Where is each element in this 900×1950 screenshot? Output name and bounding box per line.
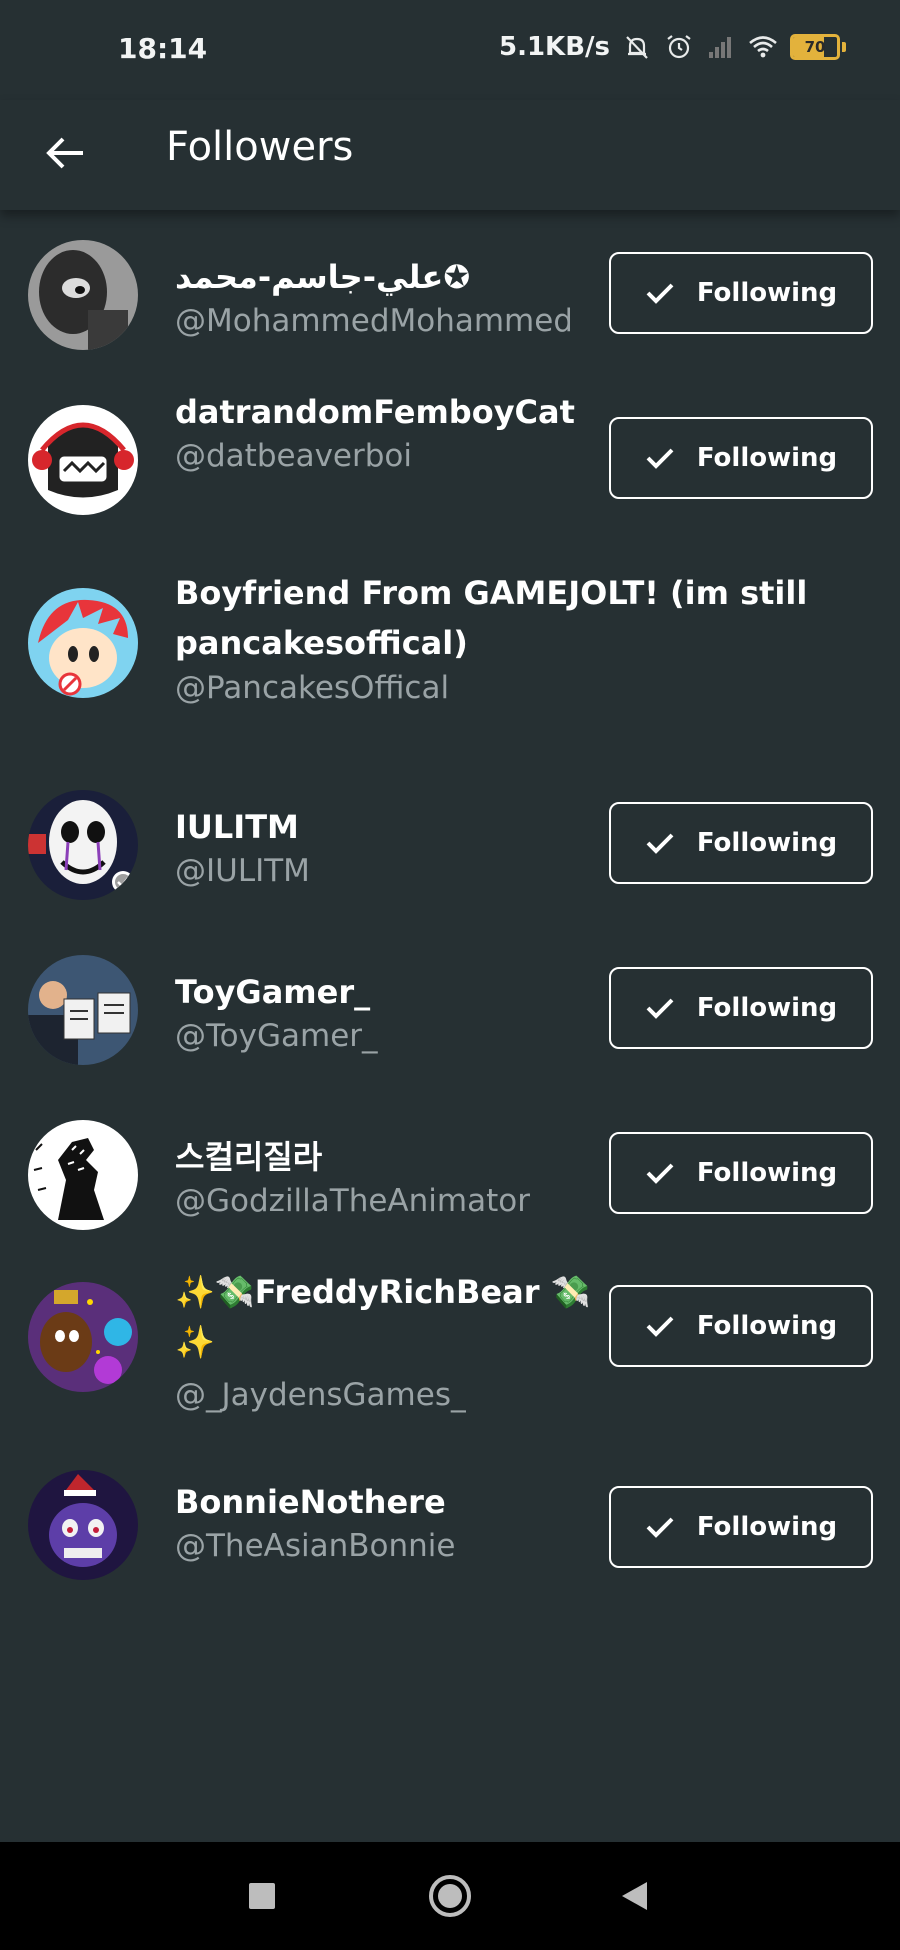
circle-icon — [429, 1875, 471, 1917]
following-button[interactable]: Following — [609, 967, 873, 1049]
network-speed: 5.1KB/s — [499, 32, 610, 62]
page-title: Followers — [166, 124, 354, 170]
follower-name: ToyGamer_ — [175, 973, 371, 1011]
follower-handle: @datbeaverboi — [175, 438, 412, 474]
check-icon — [646, 998, 674, 1019]
follower-row[interactable]: datrandomFemboyCat @datbeaverboi Followi… — [0, 375, 900, 540]
check-icon — [646, 283, 674, 304]
square-icon — [249, 1883, 275, 1909]
signal-icon — [709, 37, 731, 58]
follower-handle: @_JaydensGames_ — [175, 1377, 467, 1413]
following-label: Following — [696, 278, 838, 308]
follower-handle: @IULITM — [175, 853, 310, 889]
avatar[interactable] — [28, 790, 138, 900]
follower-row[interactable]: علي-جاسم-محمد✪ @MohammedMohammed Followi… — [0, 210, 900, 375]
follower-row[interactable]: ToyGamer_ @ToyGamer_ Following — [0, 925, 900, 1090]
wifi-icon — [749, 36, 777, 58]
following-label: Following — [696, 443, 838, 473]
avatar[interactable] — [28, 1282, 138, 1392]
following-button[interactable]: Following — [609, 417, 873, 499]
follower-handle: @TheAsianBonnie — [175, 1528, 456, 1564]
following-button[interactable]: Following — [609, 1486, 873, 1568]
avatar[interactable] — [28, 1470, 138, 1580]
follower-handle: @ToyGamer_ — [175, 1018, 378, 1054]
status-bar: 18:14 5.1KB/s 70 — [0, 0, 900, 100]
follower-row[interactable]: 스컬리질라 @GodzillaTheAnimator Following — [0, 1090, 900, 1255]
following-button[interactable]: Following — [609, 252, 873, 334]
following-label: Following — [696, 993, 838, 1023]
status-time: 18:14 — [118, 32, 208, 65]
following-label: Following — [696, 828, 838, 858]
follower-row[interactable]: ✨💸FreddyRichBear 💸✨ @_JaydensGames_ Foll… — [0, 1255, 900, 1455]
follower-name: BonnieNothere — [175, 1483, 446, 1521]
follower-row[interactable]: Boyfriend From GAMEJOLT! (im still panca… — [0, 540, 900, 760]
following-button[interactable]: Following — [609, 802, 873, 884]
avatar[interactable] — [28, 588, 138, 698]
app-toolbar: Followers — [0, 100, 900, 210]
check-icon — [646, 448, 674, 469]
follower-handle: @GodzillaTheAnimator — [175, 1183, 530, 1219]
battery-tip — [842, 42, 846, 52]
check-icon — [646, 1163, 674, 1184]
follower-row[interactable]: BonnieNothere @TheAsianBonnie Following — [0, 1455, 900, 1620]
triangle-back-icon — [622, 1882, 647, 1910]
back-button[interactable] — [32, 120, 98, 186]
follower-name: 스컬리질라 — [175, 1138, 323, 1176]
arrow-left-icon — [46, 137, 83, 169]
avatar[interactable] — [28, 955, 138, 1065]
follower-name: datrandomFemboyCat — [175, 393, 575, 431]
following-button[interactable]: Following — [609, 1132, 873, 1214]
check-icon — [646, 833, 674, 854]
following-label: Following — [696, 1158, 838, 1188]
following-label: Following — [696, 1311, 838, 1341]
following-label: Following — [696, 1512, 838, 1542]
battery-level: 70 — [804, 38, 826, 56]
follower-handle: @PancakesOffical — [175, 670, 450, 706]
home-button[interactable] — [424, 1870, 476, 1922]
bell-off-icon — [626, 36, 648, 59]
follower-name: علي-جاسم-محمد✪ — [175, 258, 471, 296]
follower-handle: @MohammedMohammed — [175, 303, 570, 339]
battery-icon: 70 — [790, 34, 840, 60]
check-icon — [646, 1316, 674, 1337]
follower-name: IULITM — [175, 808, 299, 846]
avatar[interactable] — [28, 405, 138, 515]
alarm-icon — [667, 35, 691, 59]
avatar[interactable] — [28, 240, 138, 350]
follower-name: ✨💸FreddyRichBear 💸✨ — [175, 1273, 591, 1361]
following-button[interactable]: Following — [609, 1285, 873, 1367]
back-nav-button[interactable] — [608, 1870, 660, 1922]
follower-name: Boyfriend From GAMEJOLT! (im still panca… — [175, 574, 808, 662]
check-icon — [646, 1517, 674, 1538]
navigation-bar — [0, 1842, 900, 1950]
status-icons: 5.1KB/s 70 — [499, 32, 846, 62]
avatar[interactable] — [28, 1120, 138, 1230]
recents-button[interactable] — [236, 1870, 288, 1922]
follower-row[interactable]: IULITM @IULITM Following — [0, 760, 900, 925]
